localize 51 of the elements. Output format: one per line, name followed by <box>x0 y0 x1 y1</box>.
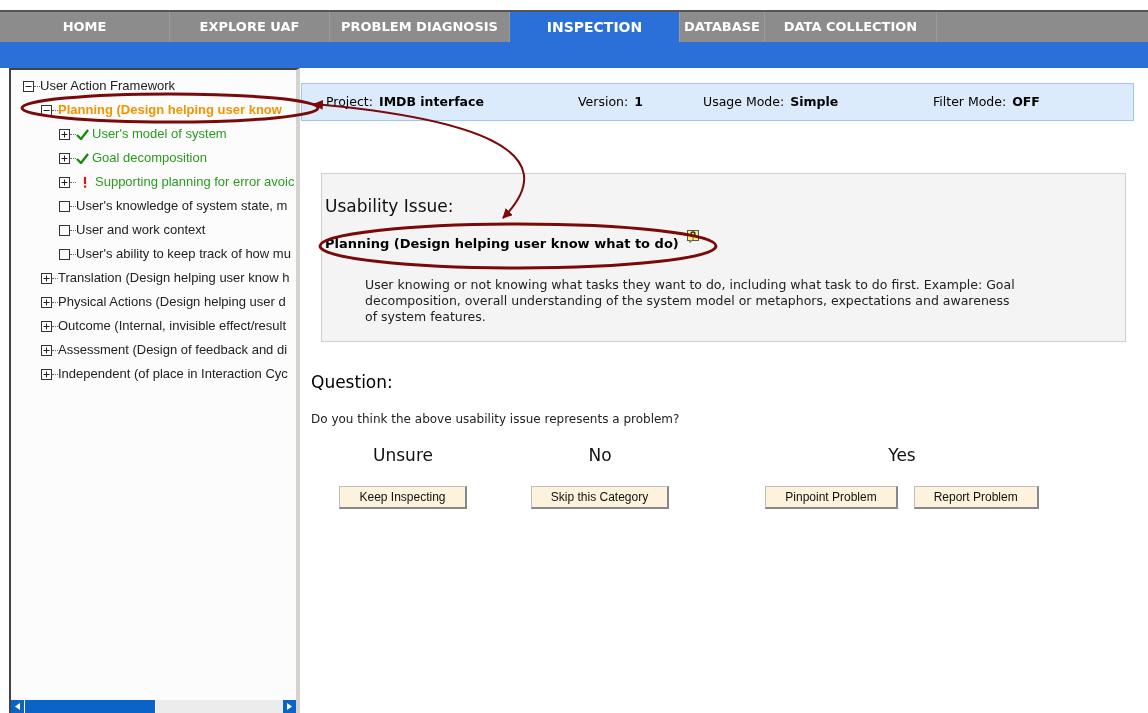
tree-item[interactable]: Assessment (Design of feedback and di <box>58 340 288 360</box>
expand-icon[interactable] <box>41 368 52 380</box>
tree-item[interactable]: User's ability to keep track of how mu <box>76 244 291 264</box>
action-button[interactable]: Skip this Category <box>530 486 670 509</box>
tree-item[interactable]: User's knowledge of system state, m <box>76 196 288 216</box>
answer-label: No <box>588 443 612 467</box>
scrollbar-thumb[interactable] <box>24 700 156 713</box>
issue-description: User knowing or not knowing what tasks they want to do, including what task to do first. Example: Goal decomposition, overall understanding of the system model or metaphors, expectations and awareness of system features. <box>365 277 1016 325</box>
section-heading: Usability Issue: <box>325 195 455 218</box>
tree-item[interactable]: User's model of system <box>92 124 227 144</box>
expand-icon[interactable] <box>59 128 70 140</box>
field-label: Version: <box>578 92 629 111</box>
tree-item[interactable]: Physical Actions (Design helping user d <box>58 292 286 312</box>
tree-item[interactable]: Supporting planning for error avoic <box>95 172 295 192</box>
scroll-right-icon[interactable] <box>283 700 296 713</box>
answer-label: Yes <box>888 443 916 467</box>
scroll-left-icon[interactable] <box>11 700 24 713</box>
leaf-box-icon[interactable] <box>59 224 70 236</box>
tree-item[interactable]: User Action Framework <box>40 76 176 96</box>
issue-title: Planning (Design helping user know what to do) <box>325 234 679 253</box>
field-label: Usage Mode: <box>703 92 785 111</box>
field-value: OFF <box>1012 92 1040 111</box>
expand-icon[interactable] <box>41 296 52 308</box>
answer-label: Unsure <box>373 443 433 467</box>
tree-item[interactable]: Translation (Design helping user know h <box>58 268 290 288</box>
field-value: IMDB interface <box>379 92 484 111</box>
expand-icon[interactable] <box>41 344 52 356</box>
action-button[interactable]: Keep Inspecting <box>339 486 467 509</box>
expand-icon[interactable] <box>41 320 52 332</box>
expand-icon[interactable] <box>59 176 70 188</box>
leaf-box-icon[interactable] <box>59 200 70 212</box>
action-button[interactable]: Pinpoint Problem <box>765 486 898 509</box>
tree-item[interactable]: User and work context <box>76 220 206 240</box>
field-label: Filter Mode: <box>933 92 1007 111</box>
help-icon[interactable] <box>686 229 699 243</box>
collapse-icon[interactable] <box>41 104 52 116</box>
action-button[interactable]: Report Problem <box>913 486 1039 509</box>
tree-item[interactable]: Goal decomposition <box>92 148 207 168</box>
expand-icon[interactable] <box>59 152 70 164</box>
nav-tab[interactable]: INSPECTION <box>510 12 680 42</box>
horizontal-scrollbar[interactable] <box>11 700 296 713</box>
field-value: Simple <box>790 92 839 111</box>
collapse-icon[interactable] <box>23 80 34 92</box>
section-heading: Question: <box>311 371 394 394</box>
leaf-box-icon[interactable] <box>59 248 70 260</box>
tree-item[interactable]: Outcome (Internal, invisible effect/result <box>58 316 287 336</box>
field-value: 1 <box>634 92 643 111</box>
tree-item[interactable]: Independent (of place in Interaction Cyc <box>58 364 288 384</box>
expand-icon[interactable] <box>41 272 52 284</box>
field-label: Project: <box>326 92 373 111</box>
question-text: Do you think the above usability issue represents a problem? <box>311 410 681 428</box>
